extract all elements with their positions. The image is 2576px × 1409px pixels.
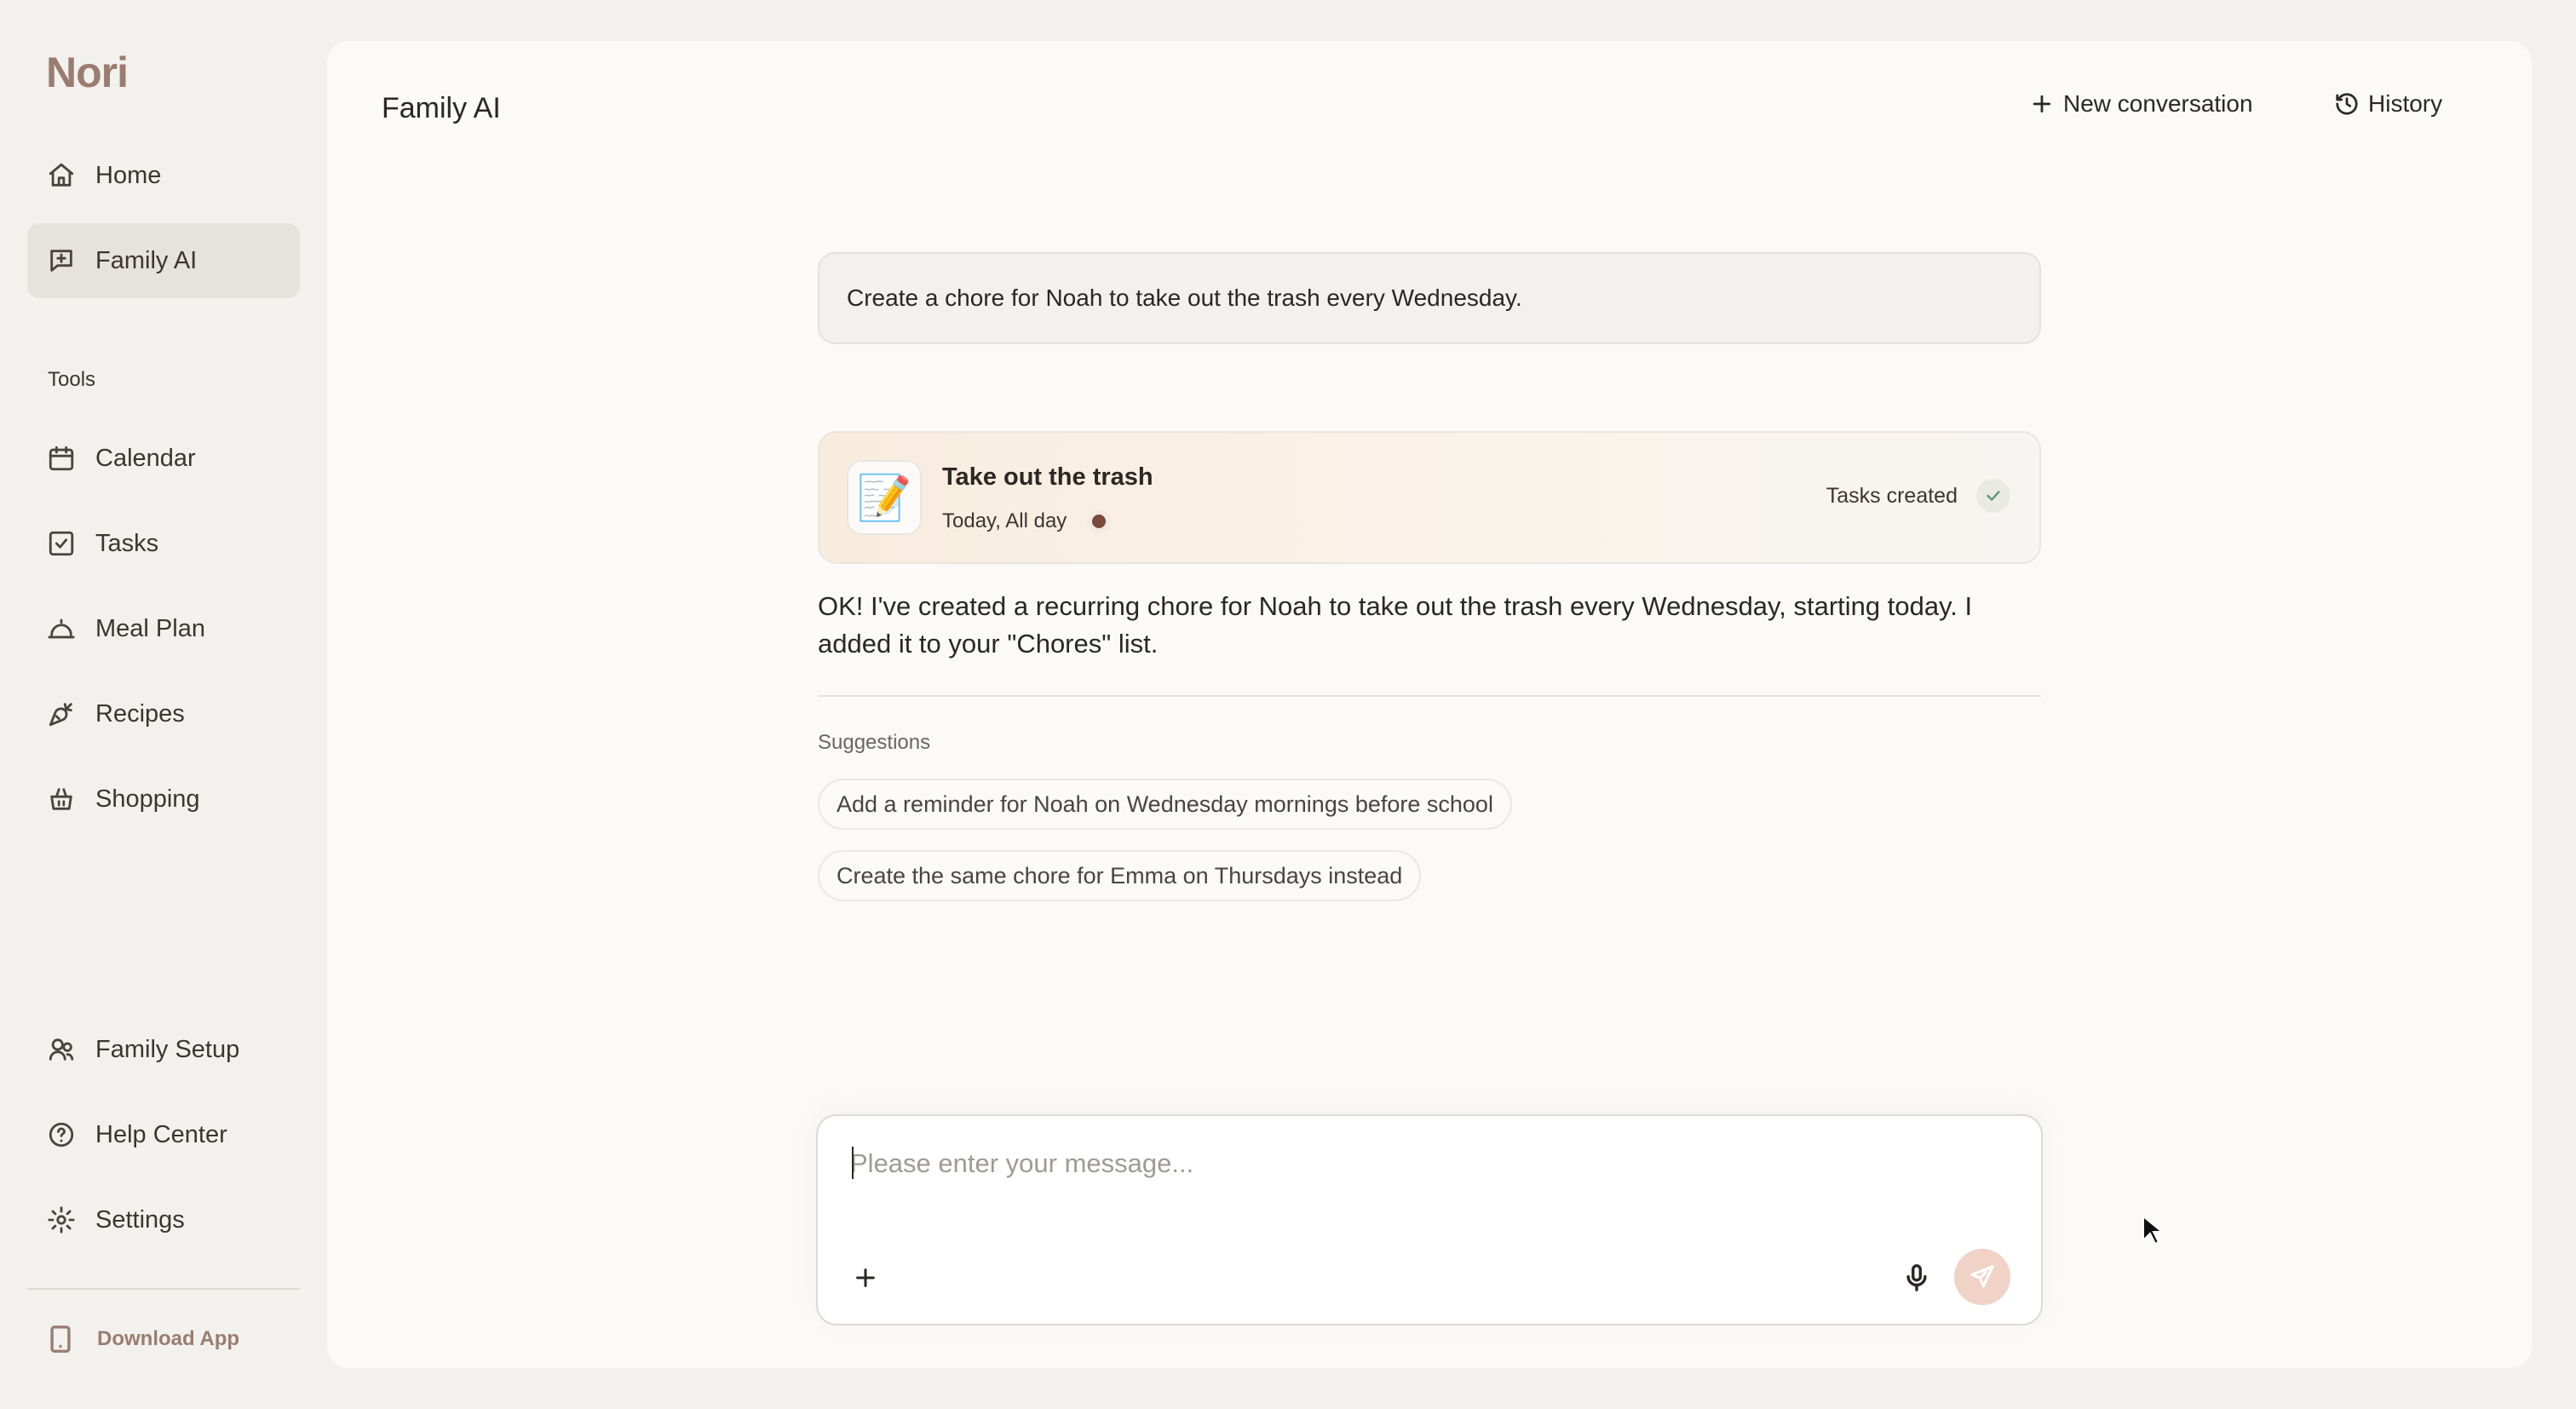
user-message-bubble: Create a chore for Noah to take out the … — [818, 252, 2041, 344]
new-conversation-label: New conversation — [2063, 90, 2253, 117]
sidebar-item-label: Family Setup — [95, 1035, 240, 1063]
sidebar-item-calendar[interactable]: Calendar — [27, 421, 300, 496]
new-conversation-button[interactable]: New conversation — [2029, 90, 2253, 118]
main-panel: Family AI New conversation History Creat… — [327, 41, 2532, 1368]
sidebar-item-label: Family AI — [95, 246, 198, 274]
sidebar-item-meal-plan[interactable]: Meal Plan — [27, 591, 300, 666]
task-date: Today, All day — [942, 509, 1067, 532]
checkbox-icon — [46, 528, 77, 559]
task-card[interactable]: 📝 Take out the trash Today, All day Task… — [818, 431, 2041, 564]
memo-icon: 📝 — [847, 460, 922, 535]
app-window: Nori Home Family AI Tools Calendar Tasks — [0, 0, 2576, 1409]
carrot-icon — [46, 699, 77, 729]
sidebar-item-help-center[interactable]: Help Center — [27, 1097, 300, 1172]
tools-section-label: Tools — [48, 368, 96, 391]
calendar-icon — [46, 443, 77, 474]
sidebar-divider — [27, 1288, 300, 1290]
microphone-button[interactable] — [1901, 1262, 1932, 1293]
sidebar-item-settings[interactable]: Settings — [27, 1182, 300, 1257]
sidebar-item-label: Calendar — [95, 444, 196, 472]
sidebar-item-label: Recipes — [95, 699, 185, 728]
sidebar-item-home[interactable]: Home — [27, 138, 300, 213]
sidebar-item-label: Meal Plan — [95, 614, 205, 642]
basket-icon — [46, 784, 77, 814]
message-composer — [816, 1114, 2043, 1326]
avatar — [1087, 509, 1112, 533]
help-icon — [46, 1119, 77, 1150]
microphone-icon — [1906, 1264, 1927, 1291]
send-button[interactable] — [1954, 1249, 2010, 1305]
home-icon — [46, 160, 77, 191]
app-logo[interactable]: Nori — [46, 48, 129, 97]
history-icon — [2336, 93, 2358, 115]
sidebar-item-label: Settings — [95, 1205, 185, 1234]
sidebar-item-family-ai[interactable]: Family AI — [27, 223, 300, 298]
suggestion-chip[interactable]: Add a reminder for Noah on Wednesday mor… — [818, 779, 1512, 830]
cloche-icon — [46, 613, 77, 644]
task-subtitle: Today, All day — [942, 509, 1112, 533]
plus-icon — [856, 1268, 875, 1287]
sidebar-item-shopping[interactable]: Shopping — [27, 762, 300, 837]
user-message-text: Create a chore for Noah to take out the … — [847, 285, 1522, 311]
mouse-cursor-icon — [2142, 1215, 2164, 1245]
download-app-link[interactable]: Download App — [27, 1315, 239, 1363]
reply-divider — [818, 695, 2041, 697]
chat-plus-icon — [46, 245, 77, 276]
history-button[interactable]: History — [2334, 90, 2442, 118]
family-icon — [46, 1034, 77, 1065]
plus-icon — [2033, 95, 2051, 113]
status-badge: Tasks created — [1826, 484, 1958, 508]
gear-icon — [46, 1205, 77, 1235]
sidebar-item-label: Tasks — [95, 529, 159, 557]
history-label: History — [2368, 90, 2443, 117]
sidebar-item-tasks[interactable]: Tasks — [27, 506, 300, 581]
phone-icon — [50, 1326, 71, 1353]
suggestions-label: Suggestions — [818, 731, 931, 754]
sidebar-item-recipes[interactable]: Recipes — [27, 676, 300, 751]
suggestion-chip[interactable]: Create the same chore for Emma on Thursd… — [818, 850, 1422, 901]
message-input[interactable] — [850, 1143, 2009, 1184]
sidebar-item-family-setup[interactable]: Family Setup — [27, 1012, 300, 1087]
sidebar-item-label: Shopping — [95, 785, 200, 813]
task-title: Take out the trash — [942, 463, 1153, 491]
page-title: Family AI — [382, 92, 501, 124]
sidebar: Nori Home Family AI Tools Calendar Tasks — [0, 0, 327, 1409]
assistant-reply: OK! I've created a recurring chore for N… — [818, 591, 1973, 658]
sidebar-item-label: Help Center — [95, 1120, 227, 1148]
sidebar-item-label: Home — [95, 161, 162, 189]
check-icon — [1976, 479, 2010, 513]
add-attachment-button[interactable] — [850, 1262, 881, 1293]
text-caret — [852, 1147, 854, 1179]
send-icon — [1970, 1265, 1994, 1288]
download-app-label: Download App — [97, 1327, 240, 1350]
